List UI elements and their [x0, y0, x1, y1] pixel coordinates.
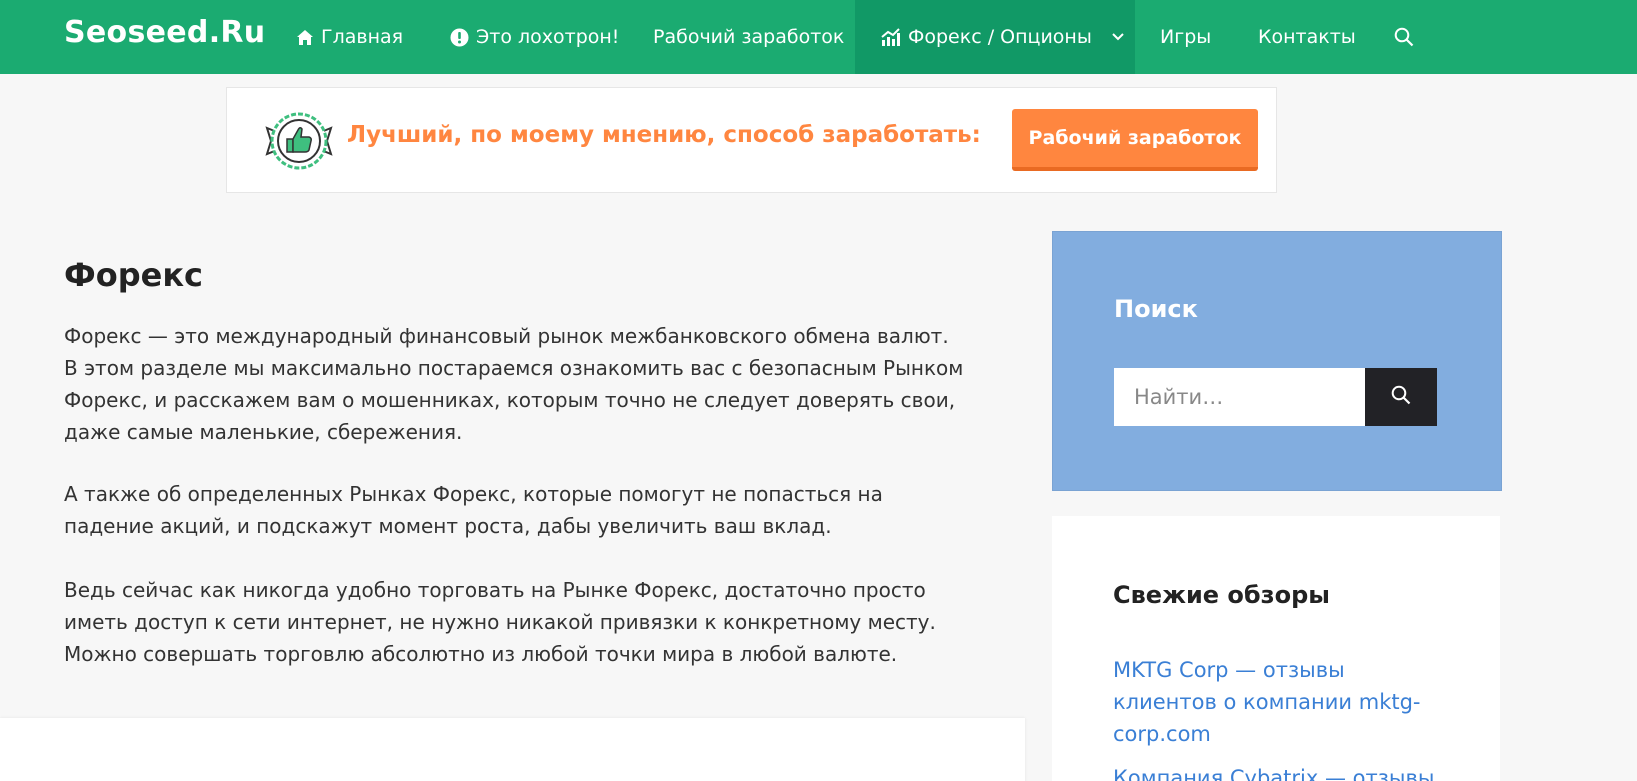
paragraph: Ведь сейчас как никогда удобно торговать… [64, 578, 936, 666]
page-title: Форекс [64, 256, 204, 294]
nav-item-scam[interactable]: Это лохотрон! [450, 0, 619, 74]
nav-item-label: Рабочий заработок [653, 26, 845, 48]
nav-item-home[interactable]: Главная [296, 0, 403, 74]
search-widget: Поиск [1052, 231, 1502, 491]
nav-item-label: Форекс / Опционы [908, 26, 1092, 48]
search-icon [1391, 385, 1411, 409]
content-card [0, 718, 1025, 781]
widget-title: Поиск [1114, 295, 1198, 323]
paragraph: Форекс — это международный финансовый ры… [64, 324, 964, 444]
top-navigation-bar: Seoseed.Ru Главная Это лохотрон! Рабочий… [0, 0, 1637, 74]
home-icon [296, 29, 314, 46]
nav-item-forex[interactable]: Форекс / Опционы [855, 0, 1135, 74]
nav-item-label: Игры [1160, 26, 1212, 48]
review-link[interactable]: MKTG Corp — отзывы клиентов о компании m… [1113, 654, 1423, 750]
nav-item-work[interactable]: Рабочий заработок [653, 0, 844, 74]
nav-item-label: Контакты [1258, 26, 1356, 48]
banner-text: Лучший, по моему мнению, способ заработа… [347, 122, 981, 148]
thumbs-up-badge-icon [265, 110, 333, 172]
paragraph: А также об определенных Рынках Форекс, к… [64, 482, 883, 538]
search-button[interactable] [1365, 368, 1437, 426]
search-icon[interactable] [1394, 0, 1414, 74]
nav-item-contacts[interactable]: Контакты [1258, 0, 1356, 74]
nav-item-label: Главная [321, 26, 404, 48]
widget-title: Свежие обзоры [1113, 581, 1330, 609]
site-logo[interactable]: Seoseed.Ru [64, 15, 265, 50]
chevron-down-icon [1112, 33, 1124, 41]
promo-banner: Лучший, по моему мнению, способ заработа… [226, 87, 1277, 193]
recent-reviews-widget: Свежие обзоры MKTG Corp — отзывы клиенто… [1052, 516, 1500, 781]
exclamation-circle-icon [450, 28, 469, 47]
search-input[interactable] [1114, 368, 1365, 426]
work-earnings-button[interactable]: Рабочий заработок [1012, 109, 1258, 171]
chart-icon [881, 27, 901, 47]
nav-item-label: Это лохотрон! [476, 26, 620, 48]
nav-item-games[interactable]: Игры [1160, 0, 1211, 74]
review-link[interactable]: Компания Cybatrix — отзывы [1113, 762, 1443, 781]
